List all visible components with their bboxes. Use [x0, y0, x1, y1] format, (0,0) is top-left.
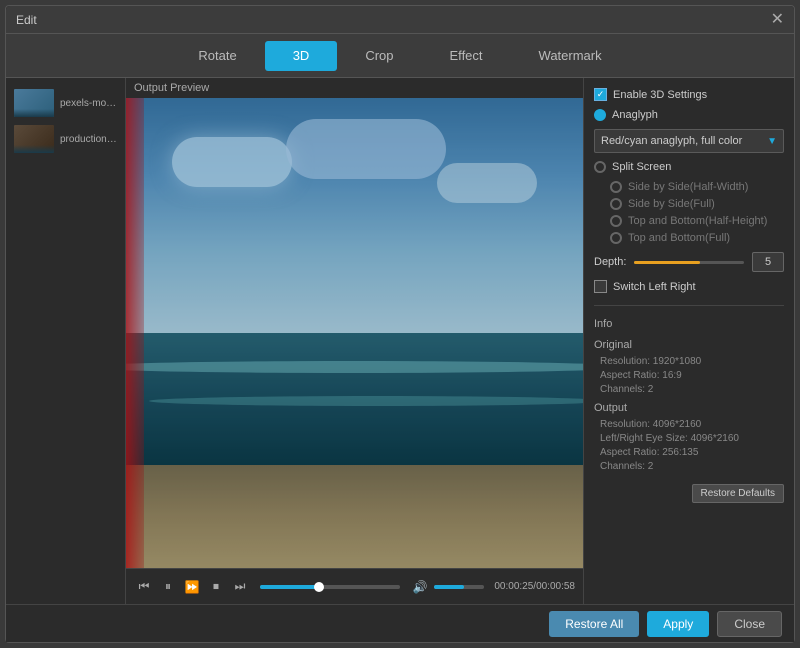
window-close-button[interactable]: ✕ — [771, 12, 784, 28]
info-section: Info Original Resolution: 1920*1080 Aspe… — [594, 318, 784, 472]
thumbnail-image — [14, 125, 54, 153]
list-item[interactable]: pexels-movie... — [10, 86, 121, 120]
thumbnail-label: pexels-movie... — [60, 98, 117, 109]
depth-input[interactable]: 5 — [752, 252, 784, 272]
out-aspect: Aspect Ratio: 256:135 — [594, 447, 784, 458]
title-bar: Edit ✕ — [6, 6, 794, 34]
volume-area: 🔊 — [410, 577, 484, 597]
anaglyph-dropdown[interactable]: Red/cyan anaglyph, full color ▼ — [594, 129, 784, 153]
window-title: Edit — [16, 13, 37, 27]
orig-channels: Channels: 2 — [594, 384, 784, 395]
divider — [594, 305, 784, 306]
playback-controls: ⏮ ⏸ ⏩ ⏹ ⏭ 🔊 00:00:25/00:00:58 — [126, 568, 583, 604]
tb-half-label: Top and Bottom(Half-Height) — [628, 215, 767, 227]
play-forward-button[interactable]: ⏩ — [182, 577, 202, 597]
right-panel: Enable 3D Settings Anaglyph Red/cyan ana… — [584, 78, 794, 604]
tab-watermark[interactable]: Watermark — [511, 41, 630, 71]
edit-window: Edit ✕ Rotate 3D Crop Effect Watermark p… — [5, 5, 795, 643]
tb-full-radio[interactable] — [610, 232, 622, 244]
split-screen-options: Side by Side(Half-Width) Side by Side(Fu… — [594, 181, 784, 244]
close-button[interactable]: Close — [717, 611, 782, 637]
restore-defaults-button[interactable]: Restore Defaults — [692, 484, 784, 503]
tab-rotate[interactable]: Rotate — [170, 41, 264, 71]
dropdown-value: Red/cyan anaglyph, full color — [601, 135, 742, 147]
depth-row: Depth: 5 — [594, 252, 784, 272]
sbs-half-label: Side by Side(Half-Width) — [628, 181, 748, 193]
sbs-full-label: Side by Side(Full) — [628, 198, 715, 210]
progress-thumb — [314, 582, 324, 592]
video-area: Output Preview — [126, 78, 584, 604]
video-preview — [126, 98, 583, 568]
tab-crop[interactable]: Crop — [337, 41, 421, 71]
list-item[interactable]: production_id... — [10, 122, 121, 156]
time-display: 00:00:25/00:00:58 — [494, 581, 575, 592]
sky-layer — [126, 98, 583, 357]
sbs-full-radio[interactable] — [610, 198, 622, 210]
cloud — [172, 137, 292, 187]
info-title: Info — [594, 318, 784, 330]
stop-button[interactable]: ⏹ — [206, 577, 226, 597]
restore-all-button[interactable]: Restore All — [549, 611, 639, 637]
switch-lr-row: Switch Left Right — [594, 280, 784, 293]
tb-half-radio[interactable] — [610, 215, 622, 227]
bottom-bar: Restore All Apply Close — [6, 604, 794, 642]
progress-bar[interactable] — [260, 585, 400, 589]
out-channels: Channels: 2 — [594, 461, 784, 472]
split-screen-label: Split Screen — [612, 161, 671, 173]
enable-3d-checkbox[interactable] — [594, 88, 607, 101]
orig-resolution: Resolution: 1920*1080 — [594, 356, 784, 367]
top-bottom-half-row: Top and Bottom(Half-Height) — [610, 215, 784, 227]
original-label: Original — [594, 339, 784, 351]
enable-3d-row: Enable 3D Settings — [594, 88, 784, 101]
thumbnail-label: production_id... — [60, 134, 117, 145]
side-by-side-full-row: Side by Side(Full) — [610, 198, 784, 210]
left-sidebar: pexels-movie... production_id... — [6, 78, 126, 604]
out-resolution: Resolution: 4096*2160 — [594, 419, 784, 430]
split-screen-radio[interactable] — [594, 161, 606, 173]
anaglyph-label: Anaglyph — [612, 109, 658, 121]
depth-fill — [634, 261, 700, 264]
sea-layer — [126, 333, 583, 474]
skip-forward-button[interactable]: ⏭ — [230, 577, 250, 597]
output-label: Output — [594, 402, 784, 414]
switch-lr-checkbox[interactable] — [594, 280, 607, 293]
enable-3d-label: Enable 3D Settings — [613, 89, 707, 101]
wave — [126, 361, 583, 373]
volume-slider[interactable] — [434, 585, 484, 589]
depth-slider[interactable] — [634, 261, 744, 264]
anaglyph-radio[interactable] — [594, 109, 606, 121]
switch-lr-label: Switch Left Right — [613, 281, 696, 293]
sbs-half-radio[interactable] — [610, 181, 622, 193]
sand-layer — [126, 465, 583, 568]
volume-fill — [434, 585, 464, 589]
pause-button[interactable]: ⏸ — [158, 577, 178, 597]
orig-aspect: Aspect Ratio: 16:9 — [594, 370, 784, 381]
side-by-side-half-row: Side by Side(Half-Width) — [610, 181, 784, 193]
main-content: pexels-movie... production_id... Output … — [6, 78, 794, 604]
tb-full-label: Top and Bottom(Full) — [628, 232, 730, 244]
cloud — [286, 119, 446, 179]
top-bottom-full-row: Top and Bottom(Full) — [610, 232, 784, 244]
tab-bar: Rotate 3D Crop Effect Watermark — [6, 34, 794, 78]
split-screen-row: Split Screen — [594, 161, 784, 173]
anaglyph-artifact — [126, 98, 144, 568]
dropdown-arrow-icon: ▼ — [767, 136, 777, 147]
tab-3d[interactable]: 3D — [265, 41, 338, 71]
thumbnail-image — [14, 89, 54, 117]
output-preview-label: Output Preview — [126, 78, 583, 98]
skip-back-button[interactable]: ⏮ — [134, 577, 154, 597]
volume-icon[interactable]: 🔊 — [410, 577, 430, 597]
out-lr-size: Left/Right Eye Size: 4096*2160 — [594, 433, 784, 444]
video-canvas — [126, 98, 583, 568]
apply-button[interactable]: Apply — [647, 611, 709, 637]
anaglyph-row: Anaglyph — [594, 109, 784, 121]
cloud — [437, 163, 537, 203]
tab-effect[interactable]: Effect — [422, 41, 511, 71]
depth-label: Depth: — [594, 256, 626, 268]
progress-fill — [260, 585, 319, 589]
beach-scene — [126, 98, 583, 568]
wave — [149, 396, 583, 406]
